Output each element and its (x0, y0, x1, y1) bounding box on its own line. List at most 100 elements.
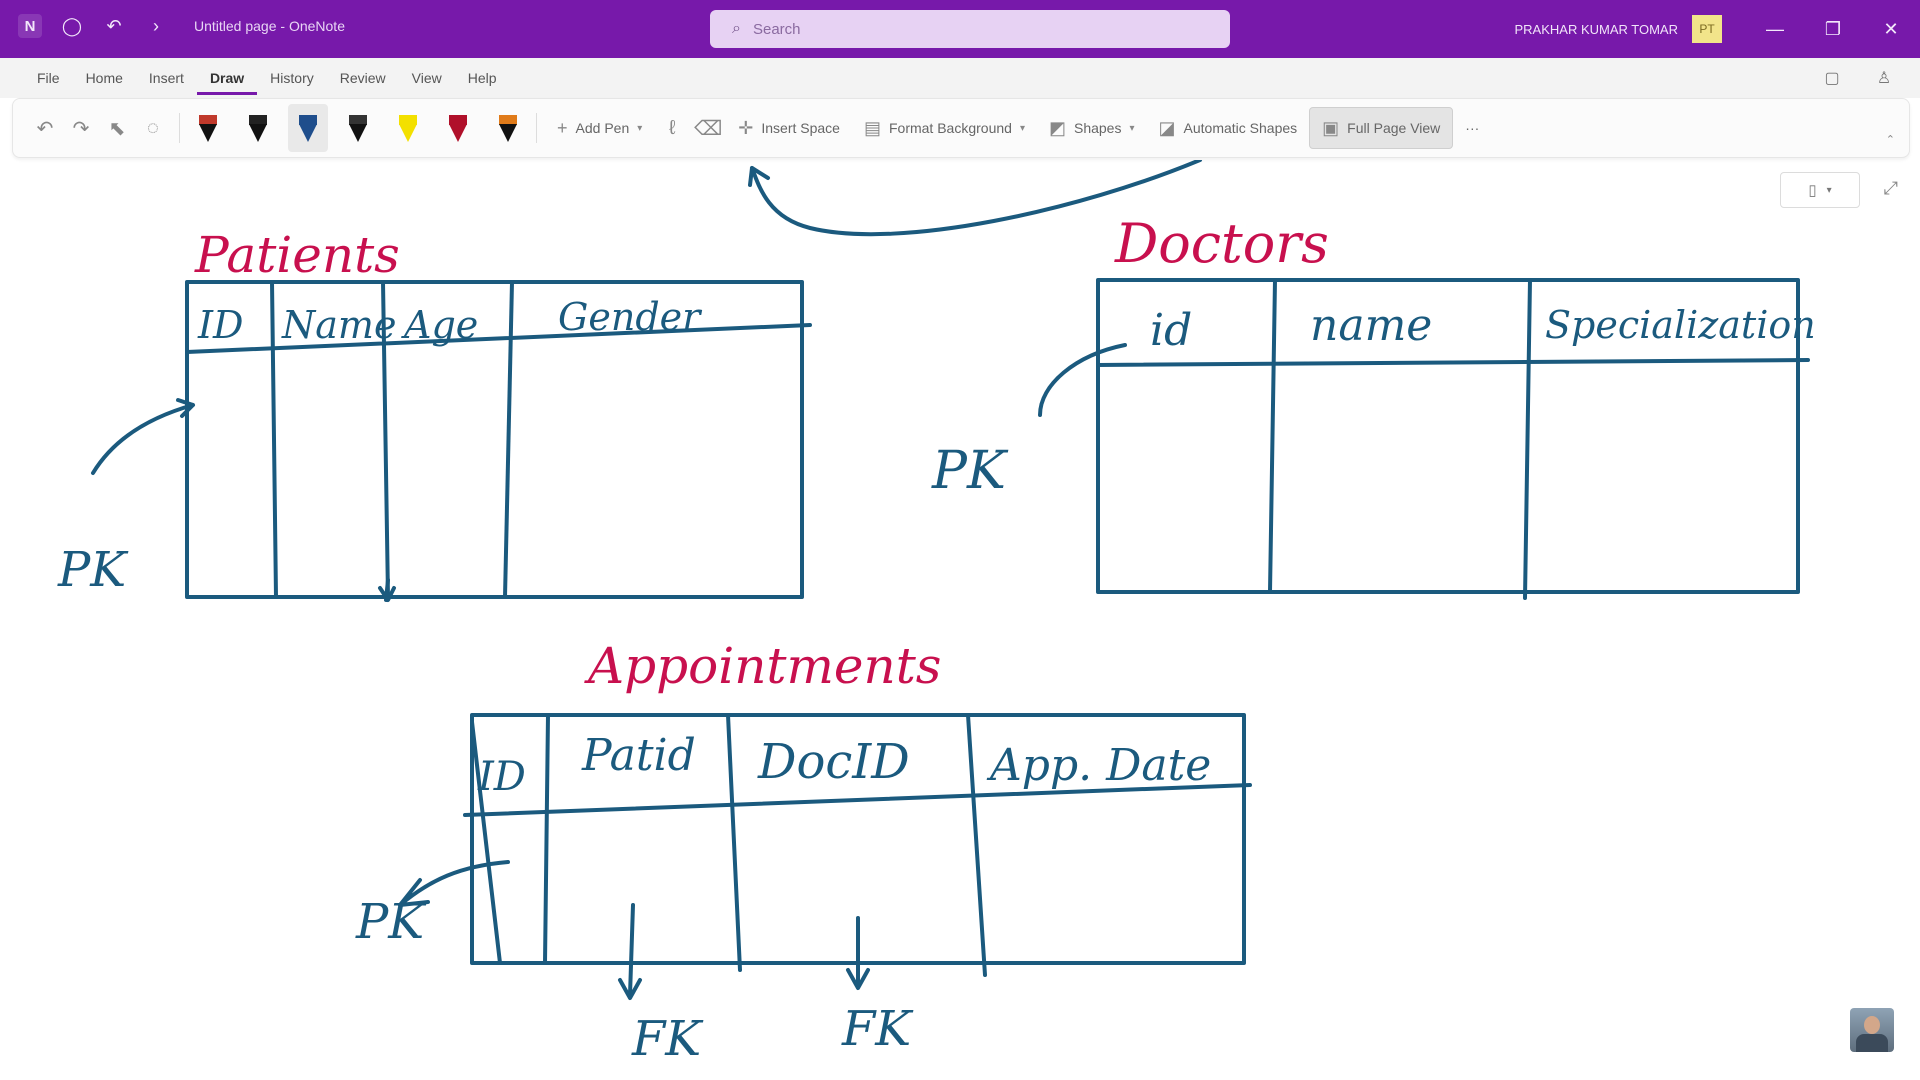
tab-draw[interactable]: Draw (196, 68, 258, 95)
draw-ribbon: ↶ ↷ ⬉ ◌ + Add Pen ▾ ℓ ⌫ ✛ Insert Space ▤… (12, 98, 1910, 158)
back-icon[interactable]: ◯ (60, 14, 84, 38)
search-box[interactable]: ⌕ Search (710, 10, 1230, 48)
patients-title: Patients (194, 226, 400, 284)
collapse-ribbon-icon[interactable]: ⌃ (1886, 133, 1895, 146)
pen-tip-icon (349, 123, 367, 142)
tab-file[interactable]: File (24, 68, 73, 92)
pen-2-button[interactable] (238, 104, 278, 152)
undo-icon[interactable]: ↶ (27, 108, 63, 148)
shapes-icon: ◩ (1048, 117, 1066, 138)
presenter-body (1856, 1034, 1888, 1052)
appointments-col-docid: DocID (757, 734, 910, 790)
full-page-view-button[interactable]: ▣ Full Page View (1309, 107, 1454, 149)
minimize-button[interactable]: — (1746, 0, 1804, 58)
sticky-notes-icon[interactable]: ▢ (1820, 66, 1844, 90)
fk2-arrow (846, 916, 870, 990)
ink-to-text-icon[interactable]: ℓ (654, 108, 690, 148)
chevron-right-icon[interactable]: › (144, 14, 168, 38)
plus-icon: + (557, 117, 568, 138)
tab-insert[interactable]: Insert (136, 68, 197, 92)
patients-col-name: Name (281, 303, 396, 347)
insert-space-icon: ✛ (738, 117, 754, 138)
presenter-webcam-thumbnail (1850, 1008, 1894, 1052)
pen-tip-icon (499, 123, 517, 142)
eraser-icon[interactable]: ⌫ (690, 108, 726, 148)
automatic-shapes-icon: ◪ (1158, 117, 1176, 138)
share-icon[interactable]: ♙ (1872, 66, 1896, 90)
patients-col-gender: Gender (558, 295, 703, 339)
doctors-table: id name Specialization (1096, 278, 1816, 600)
full-page-view-label: Full Page View (1347, 120, 1441, 136)
automatic-shapes-label: Automatic Shapes (1183, 120, 1298, 136)
format-background-icon: ▤ (863, 117, 881, 138)
redo-icon[interactable]: ↷ (63, 108, 99, 148)
undo-icon[interactable]: ↶ (102, 14, 126, 38)
user-avatar[interactable]: PT (1692, 15, 1722, 43)
lasso-select-icon[interactable]: ◌ (135, 108, 171, 148)
patients-pk-label: PK (57, 542, 129, 598)
pen-tip-icon (399, 123, 417, 142)
appointments-col-patid: Patid (581, 730, 696, 781)
pen-3-button[interactable] (288, 104, 328, 152)
appointments-col-id: ID (477, 754, 526, 800)
appointments-pk-label: PK (355, 894, 427, 950)
user-name[interactable]: PRAKHAR KUMAR TOMAR (1515, 22, 1679, 37)
search-placeholder: Search (752, 20, 801, 38)
chevron-down-icon: ▾ (637, 122, 643, 134)
patients-pk-arrow (91, 398, 195, 475)
shapes-button[interactable]: ◩ Shapes ▾ (1037, 108, 1147, 148)
patients-table: ID Name Age Gender (185, 280, 812, 602)
doctors-title: Doctors (1114, 212, 1329, 275)
pen-5-button[interactable] (388, 104, 428, 152)
appointments-fk2-label: FK (841, 1001, 914, 1057)
tab-review[interactable]: Review (327, 68, 399, 92)
pen-4-button[interactable] (338, 104, 378, 152)
maximize-button[interactable]: ❐ (1804, 0, 1862, 58)
add-pen-label: Add Pen (575, 120, 630, 136)
chevron-down-icon: ▾ (1019, 122, 1025, 134)
pen-tip-icon (449, 123, 467, 142)
format-background-label: Format Background (888, 120, 1012, 136)
add-pen-button[interactable]: + Add Pen ▾ (545, 108, 654, 148)
separator (536, 113, 537, 143)
ink-drawing: Patients ID Name Age Gender PK Doctors i… (57, 160, 1816, 1067)
pen-6-button[interactable] (438, 104, 478, 152)
title-bar: N ◯ ↶ › Untitled page - OneNote ⌕ Search… (0, 0, 1920, 58)
menu-bar: File Home Insert Draw History Review Vie… (0, 58, 1920, 98)
pen-tip-icon (199, 123, 217, 142)
more-options-button[interactable]: ··· (1453, 108, 1491, 148)
pen-tip-icon (299, 123, 317, 142)
shapes-label: Shapes (1073, 120, 1122, 136)
tab-help[interactable]: Help (455, 68, 510, 92)
format-background-button[interactable]: ▤ Format Background ▾ (852, 108, 1037, 148)
appointments-title: Appointments (584, 637, 941, 695)
tab-view[interactable]: View (399, 68, 455, 92)
doctors-pk-arrow (1038, 343, 1127, 417)
pen-7-button[interactable] (488, 104, 528, 152)
doctors-col-name: name (1310, 300, 1432, 351)
insert-space-button[interactable]: ✛ Insert Space (726, 108, 852, 148)
doctors-col-id: id (1150, 305, 1192, 356)
chevron-down-icon: ▾ (1129, 122, 1135, 134)
separator (179, 113, 180, 143)
pen-1-button[interactable] (188, 104, 228, 152)
doctors-pk-label: PK (931, 441, 1009, 501)
patients-col-id: ID (197, 303, 243, 347)
presenter-head (1864, 1016, 1880, 1034)
document-title: Untitled page - OneNote (194, 18, 345, 34)
fk1-arrow (618, 903, 642, 1000)
tab-history[interactable]: History (257, 68, 327, 92)
doctors-col-specialization: Specialization (1545, 303, 1816, 347)
appointments-col-appdate: App. Date (986, 740, 1211, 791)
pen-tip-icon (249, 123, 267, 142)
note-canvas[interactable]: Patients ID Name Age Gender PK Doctors i… (0, 160, 1920, 1080)
close-button[interactable]: ✕ (1862, 0, 1920, 58)
pen-gallery (188, 104, 528, 152)
select-icon[interactable]: ⬉ (99, 108, 135, 148)
appointments-fk1-label: FK (631, 1011, 704, 1067)
tab-home[interactable]: Home (73, 68, 136, 92)
onenote-logo-icon: N (18, 14, 42, 38)
search-icon: ⌕ (732, 20, 741, 37)
automatic-shapes-button[interactable]: ◪ Automatic Shapes (1147, 108, 1310, 148)
patients-col-age: Age (401, 303, 478, 347)
